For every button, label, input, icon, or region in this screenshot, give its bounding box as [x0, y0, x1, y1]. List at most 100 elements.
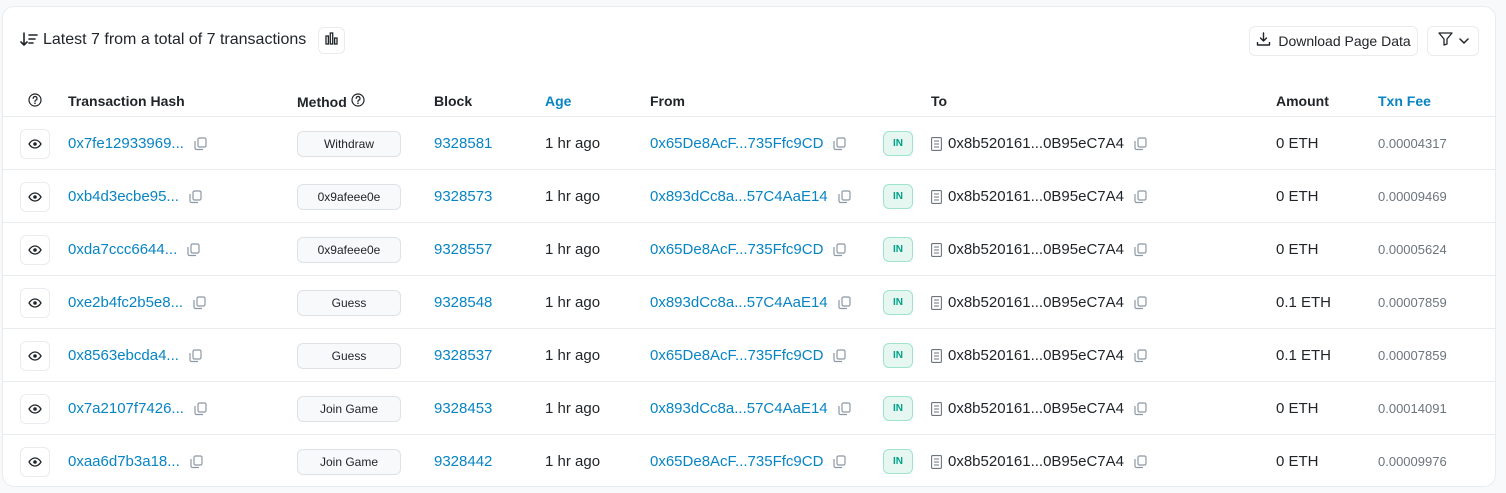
row-details-cell — [20, 223, 50, 276]
copy-icon[interactable] — [193, 295, 207, 310]
contract-document-icon — [931, 401, 943, 416]
copy-icon[interactable] — [189, 348, 203, 363]
eye-icon — [28, 138, 42, 149]
direction-cell: IN — [883, 276, 913, 329]
method-badge: Guess — [297, 342, 401, 369]
age-cell: 1 hr ago — [545, 294, 601, 311]
to-address-link[interactable]: 0x8b520161...0B95eC7A4 — [948, 453, 1124, 470]
transaction-hash-link[interactable]: 0xda7ccc6644... — [68, 241, 177, 258]
copy-icon[interactable] — [833, 136, 847, 151]
transaction-hash-link[interactable]: 0x7a2107f7426... — [68, 400, 184, 417]
to-cell: 0x8b520161...0B95eC7A4 — [931, 117, 1148, 170]
view-details-button[interactable] — [20, 128, 50, 159]
method-cell: Join Game — [297, 435, 401, 488]
to-address-link[interactable]: 0x8b520161...0B95eC7A4 — [948, 135, 1124, 152]
column-age-toggle[interactable]: Age — [545, 93, 571, 109]
copy-icon[interactable] — [833, 348, 847, 363]
block-link[interactable]: 9328548 — [434, 294, 492, 311]
from-address-link[interactable]: 0x65De8AcF...735Ffc9CD — [650, 453, 823, 470]
from-address-link[interactable]: 0x893dCc8a...57C4AaE14 — [650, 188, 828, 205]
direction-cell: IN — [883, 223, 913, 276]
view-details-button[interactable] — [20, 234, 50, 265]
transactions-summary: Latest 7 from a total of 7 transactions — [19, 30, 306, 50]
copy-icon[interactable] — [194, 136, 208, 151]
view-details-button[interactable] — [20, 340, 50, 371]
filter-button[interactable] — [1427, 26, 1479, 56]
txn-fee-cell: 0.00014091 — [1378, 401, 1447, 416]
chart-view-button[interactable] — [318, 27, 345, 54]
view-details-button[interactable] — [20, 446, 50, 477]
from-cell: 0x65De8AcF...735Ffc9CD — [650, 117, 847, 170]
copy-icon[interactable] — [1134, 295, 1148, 310]
copy-icon[interactable] — [189, 189, 203, 204]
method-badge: Join Game — [297, 395, 401, 422]
transaction-hash-cell: 0x8563ebcda4... — [68, 329, 203, 382]
copy-icon[interactable] — [194, 401, 208, 416]
view-details-button[interactable] — [20, 181, 50, 212]
transactions-card: Latest 7 from a total of 7 transactions … — [2, 6, 1496, 487]
txn-fee-cell: 0.00005624 — [1378, 242, 1447, 257]
block-cell: 9328557 — [434, 223, 492, 276]
transaction-hash-link[interactable]: 0x8563ebcda4... — [68, 347, 179, 364]
view-details-button[interactable] — [20, 393, 50, 424]
direction-in-badge: IN — [883, 449, 913, 474]
copy-icon[interactable] — [838, 295, 852, 310]
column-txn-fee-toggle[interactable]: Txn Fee — [1378, 93, 1431, 109]
view-details-button[interactable] — [20, 287, 50, 318]
from-cell: 0x893dCc8a...57C4AaE14 — [650, 170, 852, 223]
transaction-hash-link[interactable]: 0xe2b4fc2b5e8... — [68, 294, 183, 311]
transaction-hash-link[interactable]: 0xaa6d7b3a18... — [68, 453, 180, 470]
block-link[interactable]: 9328573 — [434, 188, 492, 205]
from-address-link[interactable]: 0x893dCc8a...57C4AaE14 — [650, 400, 828, 417]
copy-icon[interactable] — [1134, 136, 1148, 151]
age-cell: 1 hr ago — [545, 135, 601, 152]
copy-icon[interactable] — [833, 454, 847, 469]
row-details-cell — [20, 117, 50, 170]
column-from: From — [650, 93, 685, 109]
copy-icon[interactable] — [1134, 401, 1148, 416]
copy-icon[interactable] — [838, 401, 852, 416]
bar-chart-icon — [325, 31, 338, 50]
age-cell: 1 hr ago — [545, 241, 601, 258]
to-address-link[interactable]: 0x8b520161...0B95eC7A4 — [948, 294, 1124, 311]
to-address-link[interactable]: 0x8b520161...0B95eC7A4 — [948, 347, 1124, 364]
to-cell: 0x8b520161...0B95eC7A4 — [931, 382, 1148, 435]
copy-icon[interactable] — [1134, 348, 1148, 363]
from-address-link[interactable]: 0x65De8AcF...735Ffc9CD — [650, 135, 823, 152]
block-link[interactable]: 9328557 — [434, 241, 492, 258]
download-page-data-button[interactable]: Download Page Data — [1249, 26, 1418, 56]
from-address-link[interactable]: 0x65De8AcF...735Ffc9CD — [650, 347, 823, 364]
copy-icon[interactable] — [1134, 454, 1148, 469]
row-details-cell — [20, 170, 50, 223]
txn-fee-cell: 0.00009469 — [1378, 189, 1447, 204]
from-cell: 0x65De8AcF...735Ffc9CD — [650, 329, 847, 382]
copy-icon[interactable] — [190, 454, 204, 469]
copy-icon[interactable] — [1134, 242, 1148, 257]
direction-in-badge: IN — [883, 131, 913, 156]
sort-descending-icon[interactable] — [19, 30, 39, 50]
to-address-link[interactable]: 0x8b520161...0B95eC7A4 — [948, 241, 1124, 258]
block-link[interactable]: 9328581 — [434, 135, 492, 152]
transaction-hash-cell: 0x7a2107f7426... — [68, 382, 208, 435]
block-cell: 9328573 — [434, 170, 492, 223]
question-circle-icon[interactable] — [28, 93, 42, 107]
copy-icon[interactable] — [833, 242, 847, 257]
from-address-link[interactable]: 0x893dCc8a...57C4AaE14 — [650, 294, 828, 311]
amount-cell: 0 ETH — [1276, 400, 1319, 417]
transaction-hash-link[interactable]: 0x7fe12933969... — [68, 135, 184, 152]
copy-icon[interactable] — [187, 242, 201, 257]
block-link[interactable]: 9328537 — [434, 347, 492, 364]
copy-icon[interactable] — [1134, 189, 1148, 204]
to-address-link[interactable]: 0x8b520161...0B95eC7A4 — [948, 400, 1124, 417]
block-link[interactable]: 9328453 — [434, 400, 492, 417]
block-link[interactable]: 9328442 — [434, 453, 492, 470]
transaction-hash-link[interactable]: 0xb4d3ecbe95... — [68, 188, 179, 205]
to-address-link[interactable]: 0x8b520161...0B95eC7A4 — [948, 188, 1124, 205]
column-transaction-hash: Transaction Hash — [68, 93, 185, 109]
block-cell: 9328537 — [434, 329, 492, 382]
copy-icon[interactable] — [838, 189, 852, 204]
table-row: 0xaa6d7b3a18... Join Game 9328442 1 hr ago 0… — [3, 435, 1495, 488]
method-help-icon[interactable] — [351, 93, 365, 110]
from-address-link[interactable]: 0x65De8AcF...735Ffc9CD — [650, 241, 823, 258]
contract-document-icon — [931, 454, 943, 469]
